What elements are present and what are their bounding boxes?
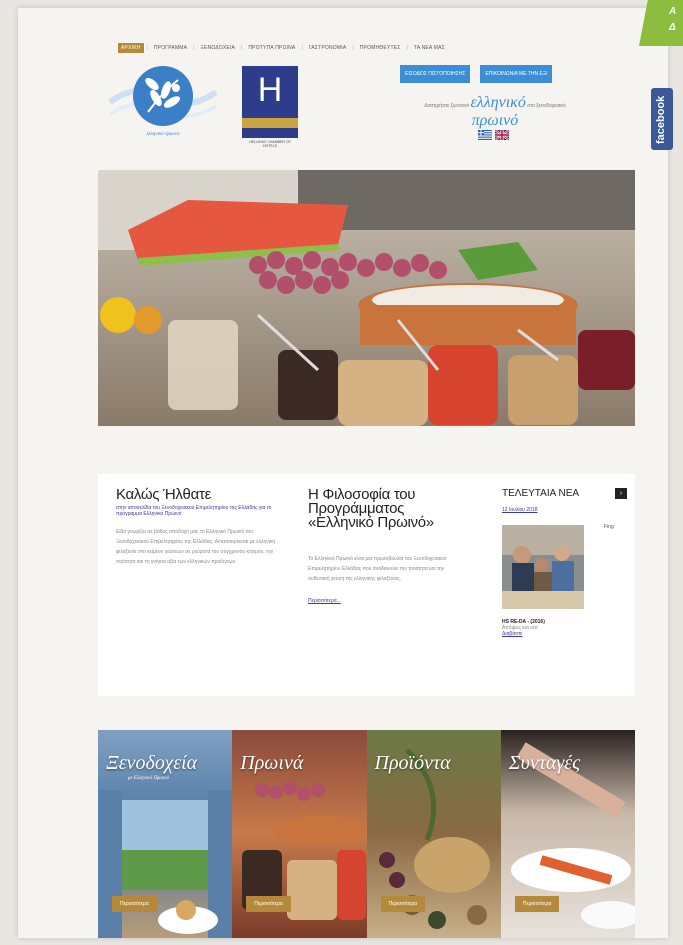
tagline-pre: Διατηρήστε ζωντανό [424,103,470,109]
nav-separator: | [146,45,148,51]
category-more-button[interactable]: Περισσότερα [380,896,426,912]
main-nav: ΑΡΧΙΚΗ | ΠΡΟΓΡΑΜΜΑ | ΞΕΝΟΔΟΧΕΙΑ | ΠΡΟΤΥΠΑ Π… [118,43,448,53]
nav-item-news[interactable]: ΤΑ ΝΕΑ ΜΑΣ [411,43,448,53]
nav-item-home[interactable]: ΑΡΧΙΚΗ [118,43,144,53]
news-heading: ΤΕΛΕΥΤΑΙΑ ΝΕΑ [502,488,580,499]
corner-badge[interactable]: A Δ [639,0,683,46]
nav-item-gastronomy[interactable]: ΓΑΣΤΡΟΝΟΜΙΑ [306,43,350,53]
category-breakfasts[interactable]: Πρωινά Περισσότερα [232,730,367,938]
welcome-subtitle: στην ιστοσελίδα του Ξενοδοχειακού Επιμελ… [116,505,272,517]
category-hotels[interactable]: Ξενοδοχεία με Ελληνικό Πρωινό Περισσότερ… [98,730,233,938]
hotel-logo-letter: H [257,71,283,109]
welcome-column: Καλώς Ήλθατε στην ιστοσελίδα του Ξενοδοχ… [116,486,276,567]
nav-separator: | [406,45,408,51]
greek-breakfast-caption: ελληνικό πρωινό [146,132,180,137]
breakfast-buffet-image [98,170,635,426]
nav-separator: | [193,45,195,51]
welcome-title: Καλώς Ήλθατε [116,486,211,503]
header-buttons: ΕΙΣΟΔΟΣ ΠΙΣΤΟΠΟΙΗΣΗΣ ΕΠΙΚΟΙΝΩΝΙΑ ΜΕ ΤΗΝ … [400,65,553,83]
hero-breakfast-photo [98,170,635,426]
tagline: Διατηρήστε ζωντανό ελληνικό στο ξενοδοχε… [395,94,595,130]
facebook-label: facebook [655,95,667,144]
news-photo[interactable] [502,525,584,609]
nav-separator: | [352,45,354,51]
nav-item-suppliers[interactable]: ΠΡΟΜΗΘΕΥΤΕΣ [357,43,404,53]
news-read-more-link[interactable]: Διαβάστε [502,631,627,637]
tagline-mid: στο ξενοδοχειακό [527,103,566,109]
category-title: Προϊόντα [374,752,451,774]
olive-branch-icon [108,66,218,126]
category-subtitle: με Ελληνικό Πρωινό [128,776,170,781]
welcome-body: Είδα γνωρίζει σε βάθος αποδοχή μας το Ελ… [116,529,276,565]
greek-breakfast-logo[interactable]: ελληνικό πρωινό [108,62,218,152]
nav-separator: | [241,45,243,51]
nav-item-hotels[interactable]: ΞΕΝΟΔΟΧΕΙΑ [198,43,239,53]
philosophy-more-link[interactable]: Περισσότερα... [308,598,448,604]
news-date-link[interactable]: 12 Ιουλίου 2018 [502,507,627,513]
category-products[interactable]: Προϊόντα Περισσότερα [366,730,501,938]
nav-separator: | [301,45,303,51]
category-more-button[interactable]: Περισσότερα [514,896,560,912]
philosophy-column: Η Φιλοσοφία του Προγράμματος «Ελληνικό Π… [308,486,448,604]
greek-flag-icon[interactable] [478,130,492,140]
philosophy-title: Η Φιλοσοφία του Προγράμματος «Ελληνικό Π… [308,486,434,531]
category-more-button[interactable]: Περισσότερα [246,896,291,912]
category-title: Συνταγές [508,752,581,774]
category-tiles: Ξενοδοχεία με Ελληνικό Πρωινό Περισσότερ… [98,730,635,938]
tagline-big1: ελληνικό [470,94,526,111]
news-next-arrow-icon[interactable]: › [615,488,627,499]
login-button[interactable]: ΕΙΣΟΔΟΣ ΠΙΣΤΟΠΟΙΗΣΗΣ [400,65,471,83]
corner-badge-line2: Δ [669,22,676,33]
uk-flag-icon[interactable] [495,130,509,140]
hotel-chamber-logo[interactable]: H HELLENIC CHAMBER OF HOTELS [242,66,298,148]
content-section: Καλώς Ήλθατε στην ιστοσελίδα του Ξενοδοχ… [98,474,635,696]
tagline-big2: πρωινό [471,112,519,129]
philosophy-body: Το Ελληνικό Πρωινό είναι μια πρωτοβουλία… [308,556,447,582]
news-flag-text: Fing [604,524,614,530]
category-title: Πρωινά [240,752,304,774]
news-column: ΤΕΛΕΥΤΑΙΑ ΝΕΑ › 12 Ιουλίου 2018 Fing HS … [502,488,627,637]
news-people-image [502,525,584,609]
nav-item-program[interactable]: ΠΡΟΓΡΑΜΜΑ [151,43,190,53]
category-title: Ξενοδοχεία [106,752,198,774]
contact-button[interactable]: ΕΠΙΚΟΙΝΩΝΙΑ ΜΕ ΤΗΝ ΕΞΙ [480,65,553,83]
nav-item-model-breakfasts[interactable]: ΠΡΟΤΥΠΑ ΠΡΩΙΝΑ [245,43,298,53]
category-recipes[interactable]: Συνταγές Περισσότερα [500,730,635,938]
category-more-button[interactable]: Περισσότερα [112,896,157,912]
facebook-tab[interactable]: facebook [651,88,673,150]
language-flags [478,130,509,140]
hotel-logo-stripe [242,118,298,128]
corner-badge-line1: A [669,6,677,17]
hotel-logo-caption: HELLENIC CHAMBER OF HOTELS [249,140,291,148]
